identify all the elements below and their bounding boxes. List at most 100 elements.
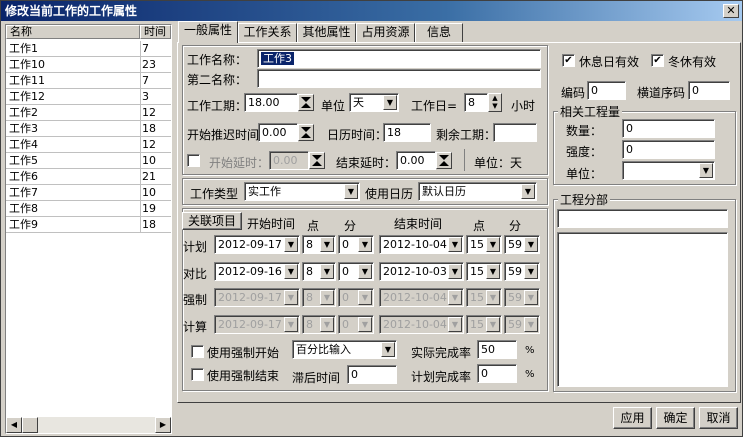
start-hour-select[interactable]: 8 ▼ bbox=[302, 288, 336, 307]
chevron-down-icon[interactable]: ▼ bbox=[486, 237, 500, 252]
chevron-down-icon[interactable]: ▼ bbox=[344, 184, 358, 199]
scroll-thumb[interactable] bbox=[22, 417, 38, 433]
close-icon[interactable]: ✕ bbox=[723, 4, 739, 18]
start-hour-select[interactable]: 8 ▼ bbox=[302, 235, 336, 254]
column-header-name[interactable]: 名称 bbox=[6, 25, 140, 39]
start-date-select[interactable]: 2012-09-17 ▼ bbox=[214, 315, 300, 334]
start-hour-select[interactable]: 8 ▼ bbox=[302, 262, 336, 281]
chevron-down-icon[interactable]: ▼ bbox=[284, 237, 298, 252]
end-date-select[interactable]: 2012-10-03 ▼ bbox=[379, 262, 464, 281]
table-row[interactable]: 工作5 10 bbox=[6, 153, 171, 169]
winter-checkbox[interactable]: ✔ bbox=[651, 54, 664, 67]
chevron-down-icon[interactable]: ▼ bbox=[320, 264, 334, 279]
end-date-select[interactable]: 2012-10-04 ▼ bbox=[379, 235, 464, 254]
name-input[interactable]: 工作3 bbox=[257, 49, 541, 68]
calendar-time-input[interactable]: 18 bbox=[383, 123, 431, 142]
chevron-down-icon[interactable]: ▼ bbox=[524, 237, 538, 252]
chevron-down-icon[interactable]: ▼ bbox=[358, 290, 372, 305]
start-lag-checkbox[interactable] bbox=[187, 154, 200, 167]
qty-input[interactable]: 0 bbox=[622, 119, 715, 138]
chevron-down-icon[interactable]: ▼ bbox=[358, 317, 372, 332]
chevron-down-icon[interactable]: ▼ bbox=[284, 290, 298, 305]
table-row[interactable]: 工作8 19 bbox=[6, 201, 171, 217]
table-row[interactable]: 工作6 21 bbox=[6, 169, 171, 185]
end-date-select[interactable]: 2012-10-04 ▼ bbox=[379, 315, 464, 334]
end-minute-select[interactable]: 59 ▼ bbox=[504, 262, 540, 281]
duration-spin-icon[interactable] bbox=[298, 94, 314, 111]
tab-general[interactable]: 一般属性 bbox=[178, 21, 238, 43]
start-minute-select[interactable]: 0 ▼ bbox=[338, 315, 374, 334]
tab-relations[interactable]: 工作关系 bbox=[238, 23, 297, 42]
chevron-down-icon[interactable]: ▼ bbox=[524, 317, 538, 332]
chevron-down-icon[interactable]: ▼ bbox=[284, 264, 298, 279]
chevron-down-icon[interactable]: ▼ bbox=[320, 290, 334, 305]
table-row[interactable]: 工作7 10 bbox=[6, 185, 171, 201]
remaining-input[interactable] bbox=[493, 123, 537, 142]
table-row[interactable]: 工作3 18 bbox=[6, 121, 171, 137]
end-minute-select[interactable]: 59 ▼ bbox=[504, 315, 540, 334]
table-row[interactable]: 工作2 12 bbox=[6, 105, 171, 121]
table-row[interactable]: 工作1 7 bbox=[6, 41, 171, 57]
order-input[interactable]: 0 bbox=[688, 81, 730, 100]
scroll-left-icon[interactable]: ◀ bbox=[6, 417, 22, 433]
end-minute-select[interactable]: 59 ▼ bbox=[504, 235, 540, 254]
force-end-checkbox[interactable] bbox=[191, 368, 204, 381]
division-list[interactable] bbox=[557, 232, 728, 387]
start-minute-select[interactable]: 0 ▼ bbox=[338, 262, 374, 281]
scroll-right-icon[interactable]: ▶ bbox=[155, 417, 171, 433]
lag-time-input[interactable]: 0 bbox=[347, 365, 397, 384]
end-hour-select[interactable]: 15 ▼ bbox=[466, 235, 502, 254]
chevron-down-icon[interactable]: ▼ bbox=[448, 317, 462, 332]
tab-other[interactable]: 其他属性 bbox=[297, 23, 356, 42]
tab-resources[interactable]: 占用资源 bbox=[356, 23, 415, 42]
start-date-select[interactable]: 2012-09-16 ▼ bbox=[214, 262, 300, 281]
chevron-down-icon[interactable]: ▼ bbox=[448, 264, 462, 279]
force-start-checkbox[interactable] bbox=[191, 345, 204, 358]
chevron-down-icon[interactable]: ▼ bbox=[383, 95, 397, 110]
table-row[interactable]: 工作10 23 bbox=[6, 57, 171, 73]
start-delay-spin-icon[interactable] bbox=[298, 124, 314, 141]
chevron-down-icon[interactable]: ▼ bbox=[486, 317, 500, 332]
duration-input[interactable]: 18.00 bbox=[244, 93, 298, 112]
end-lag-spin-icon[interactable] bbox=[436, 152, 452, 169]
horizontal-scrollbar[interactable]: ◀ ▶ bbox=[6, 417, 171, 433]
chevron-down-icon[interactable]: ▼ bbox=[524, 264, 538, 279]
chevron-down-icon[interactable]: ▼ bbox=[486, 290, 500, 305]
plan-pct-input[interactable]: 0 bbox=[477, 364, 517, 383]
rest-day-checkbox[interactable]: ✔ bbox=[562, 54, 575, 67]
chevron-down-icon[interactable]: ▼ bbox=[381, 342, 395, 357]
start-minute-select[interactable]: 0 ▼ bbox=[338, 235, 374, 254]
start-lag-input[interactable]: 0.00 bbox=[269, 151, 309, 170]
code-input[interactable]: 0 bbox=[587, 81, 626, 100]
input-mode-select[interactable]: 百分比输入 ▼ bbox=[292, 340, 397, 359]
table-row[interactable]: 工作11 7 bbox=[6, 73, 171, 89]
chevron-down-icon[interactable]: ▼ bbox=[448, 237, 462, 252]
workday-input[interactable]: 8 bbox=[464, 93, 488, 112]
chevron-down-icon[interactable]: ▼ bbox=[358, 264, 372, 279]
start-lag-spin-icon[interactable] bbox=[309, 152, 325, 169]
end-minute-select[interactable]: 59 ▼ bbox=[504, 288, 540, 307]
type-select[interactable]: 实工作 ▼ bbox=[244, 182, 360, 201]
chevron-down-icon[interactable]: ▼ bbox=[448, 290, 462, 305]
end-hour-select[interactable]: 15 ▼ bbox=[466, 315, 502, 334]
column-header-time[interactable]: 时间 bbox=[140, 25, 171, 39]
chevron-down-icon[interactable]: ▼ bbox=[320, 317, 334, 332]
task-list[interactable]: 名称 时间 工作1 7 工作10 23 工作11 7 工作12 3 工作2 12 工作3 18 工作4 1… bbox=[5, 24, 172, 434]
cancel-button[interactable]: 取消 bbox=[699, 407, 738, 429]
quantity-unit-select[interactable]: ▼ bbox=[622, 161, 715, 180]
end-date-select[interactable]: 2012-10-04 ▼ bbox=[379, 288, 464, 307]
start-date-select[interactable]: 2012-09-17 ▼ bbox=[214, 235, 300, 254]
chevron-down-icon[interactable]: ▼ bbox=[358, 237, 372, 252]
table-row[interactable]: 工作12 3 bbox=[6, 89, 171, 105]
end-lag-input[interactable]: 0.00 bbox=[396, 151, 436, 170]
division-input[interactable] bbox=[557, 209, 728, 228]
calendar-select[interactable]: 默认日历 ▼ bbox=[418, 182, 537, 201]
ok-button[interactable]: 确定 bbox=[656, 407, 695, 429]
start-date-select[interactable]: 2012-09-17 ▼ bbox=[214, 288, 300, 307]
tab-info[interactable]: 信息 bbox=[415, 23, 463, 42]
chevron-down-icon[interactable]: ▼ bbox=[320, 237, 334, 252]
unit-select[interactable]: 天 ▼ bbox=[349, 93, 399, 112]
actual-pct-input[interactable]: 50 bbox=[477, 340, 517, 359]
table-row[interactable]: 工作9 18 bbox=[6, 217, 171, 233]
table-row[interactable]: 工作4 12 bbox=[6, 137, 171, 153]
